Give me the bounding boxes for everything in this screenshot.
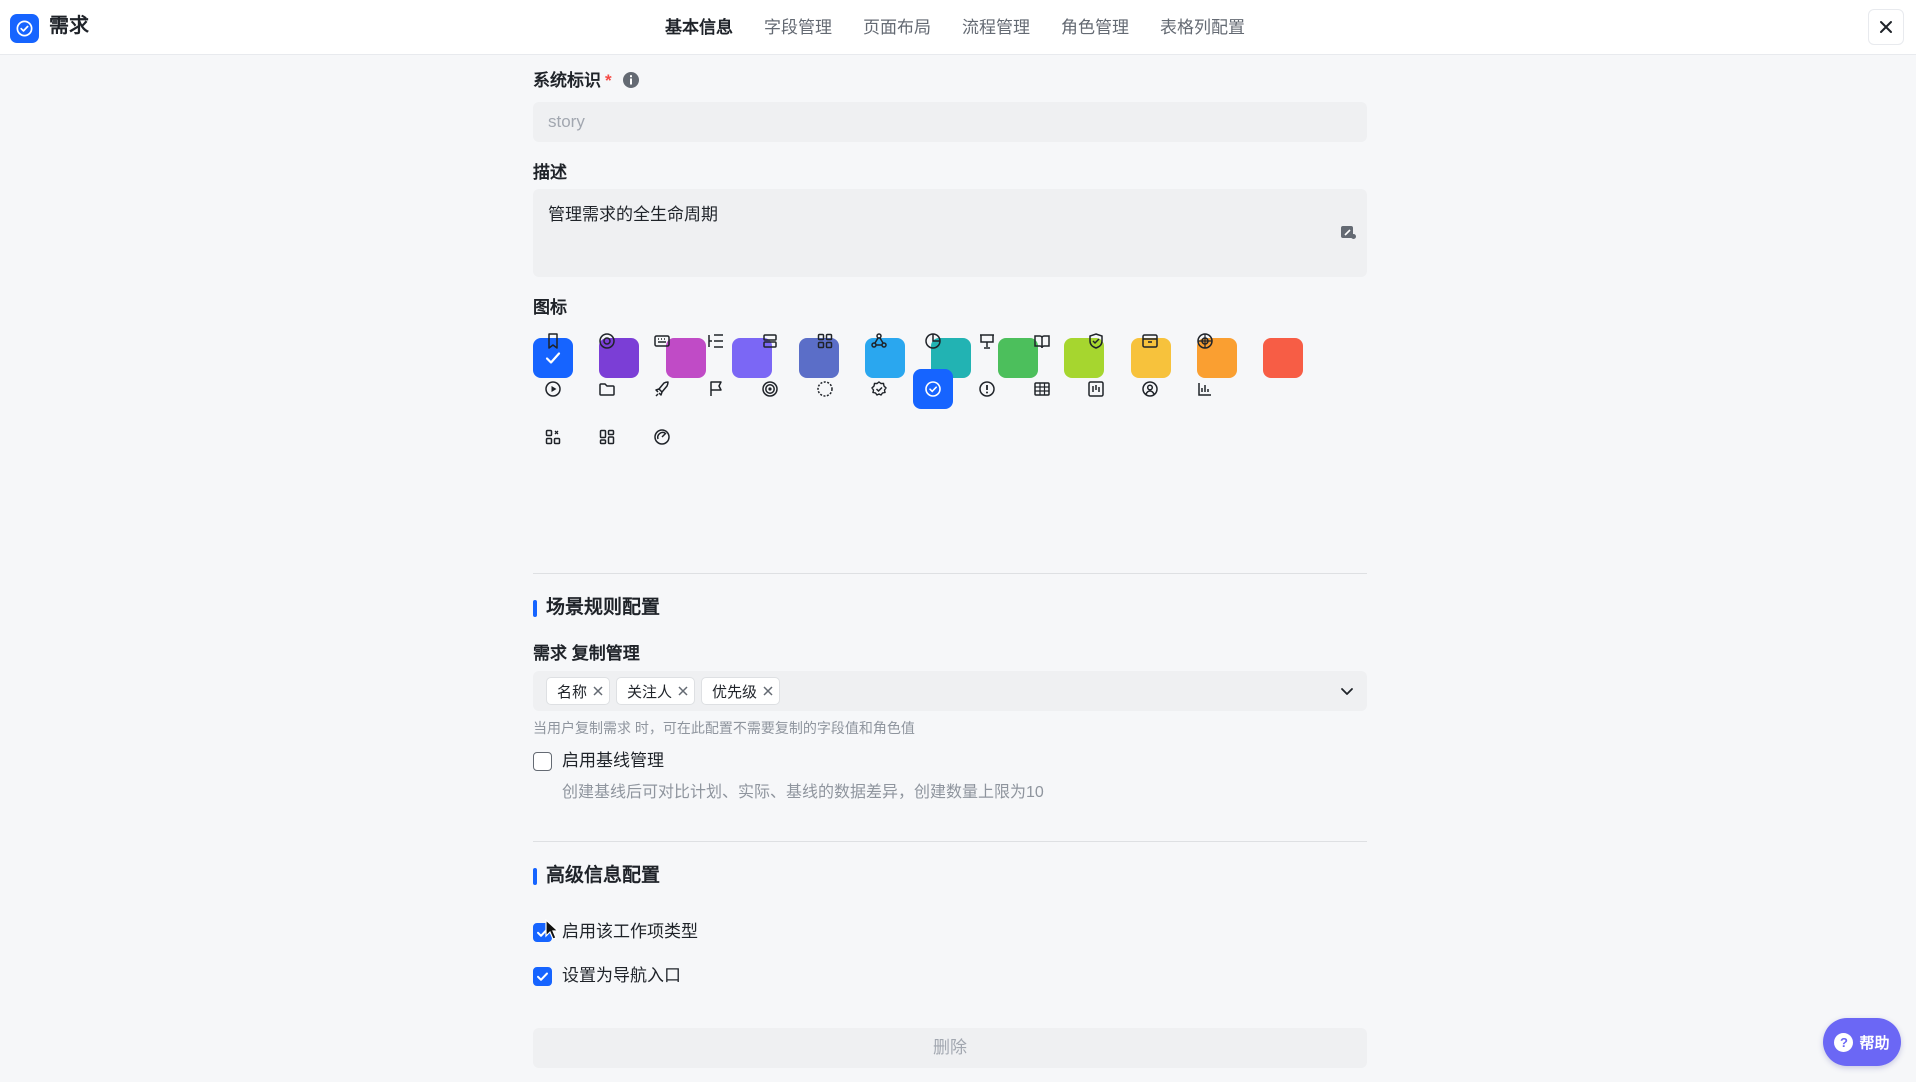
copy-fields-select[interactable]: 名称 关注人 优先级 — [533, 671, 1367, 711]
remove-tag-icon[interactable] — [593, 686, 603, 696]
baseline-label: 启用基线管理 — [562, 751, 664, 770]
baseline-description: 创建基线后可对比计划、实际、基线的数据差异，创建数量上限为10 — [562, 784, 1044, 801]
shield-icon[interactable] — [1076, 321, 1116, 361]
keyboard-icon[interactable] — [642, 321, 682, 361]
tab-workflow-management[interactable]: 流程管理 — [962, 0, 1030, 55]
check-icon — [537, 972, 548, 981]
close-icon — [1880, 21, 1892, 33]
divider — [533, 841, 1367, 842]
app-logo-icon — [10, 14, 39, 43]
app-title: 需求 — [49, 15, 89, 37]
header: 需求 基本信息 字段管理 页面布局 流程管理 角色管理 表格列配置 — [0, 0, 1916, 55]
tag-follower: 关注人 — [616, 677, 696, 705]
color-swatch[interactable] — [1263, 338, 1304, 378]
folder-icon[interactable] — [587, 369, 627, 409]
flag-icon[interactable] — [696, 369, 736, 409]
help-icon: ? — [1834, 1032, 1854, 1052]
divider — [533, 573, 1367, 574]
columns-icon[interactable] — [1076, 369, 1116, 409]
server-icon[interactable] — [750, 321, 790, 361]
tag-label: 名称 — [557, 683, 588, 701]
tab-table-column-config[interactable]: 表格列配置 — [1160, 0, 1245, 55]
help-button[interactable]: ? 帮助 — [1823, 1018, 1901, 1066]
badge-check-icon[interactable] — [859, 369, 899, 409]
baseline-checkbox[interactable] — [533, 752, 552, 771]
enable-type-label: 启用该工作项类型 — [562, 922, 698, 941]
mouse-cursor-icon — [545, 919, 559, 940]
tab-bar: 基本信息 字段管理 页面布局 流程管理 角色管理 表格列配置 — [665, 0, 1276, 55]
alert-circle-icon[interactable] — [967, 369, 1007, 409]
close-button[interactable] — [1868, 9, 1904, 45]
description-label: 描述 — [533, 163, 567, 182]
tag-label: 优先级 — [712, 683, 758, 701]
chevron-down-icon[interactable] — [1339, 683, 1355, 699]
nav-entry-label: 设置为导航入口 — [562, 966, 681, 985]
tab-role-management[interactable]: 角色管理 — [1061, 0, 1129, 55]
copy-management-label: 需求 复制管理 — [533, 644, 640, 663]
target-icon[interactable] — [750, 369, 790, 409]
copy-management-hint: 当用户复制需求 时，可在此配置不需要复制的字段值和角色值 — [533, 720, 915, 736]
description-value: 管理需求的全生命周期 — [548, 205, 718, 224]
ball-icon[interactable] — [805, 369, 845, 409]
tag-label: 关注人 — [627, 683, 673, 701]
apps-icon[interactable] — [533, 417, 573, 457]
delete-button[interactable]: 删除 — [533, 1028, 1367, 1068]
icon-label: 图标 — [533, 298, 567, 317]
remove-tag-icon[interactable] — [678, 686, 688, 696]
system-id-input[interactable]: story — [533, 102, 1367, 142]
scene-rules-title: 场景规则配置 — [533, 595, 660, 621]
advanced-title: 高级信息配置 — [533, 863, 660, 889]
tab-page-layout[interactable]: 页面布局 — [863, 0, 931, 55]
layout-icon[interactable] — [587, 417, 627, 457]
pie-chart-icon[interactable] — [913, 321, 953, 361]
system-id-label: 系统标识 * — [533, 69, 640, 93]
play-icon[interactable] — [533, 369, 573, 409]
system-id-label-text: 系统标识 — [533, 71, 601, 90]
user-circle-icon[interactable] — [1130, 369, 1170, 409]
triangle-nodes-icon[interactable] — [859, 321, 899, 361]
speed-icon[interactable] — [642, 417, 682, 457]
presentation-icon[interactable] — [967, 321, 1007, 361]
info-icon[interactable] — [622, 71, 640, 89]
required-mark: * — [605, 71, 612, 90]
help-label: 帮助 — [1859, 1034, 1890, 1052]
description-textarea[interactable]: 管理需求的全生命周期 — [533, 189, 1367, 277]
edit-ai-icon[interactable] — [1339, 223, 1357, 241]
bar-chart-icon[interactable] — [1185, 369, 1225, 409]
tab-basic-info[interactable]: 基本信息 — [665, 0, 733, 55]
nav-entry-checkbox[interactable] — [533, 967, 552, 986]
table-icon[interactable] — [1022, 369, 1062, 409]
grid-icon[interactable] — [805, 321, 845, 361]
bookmark-icon[interactable] — [533, 321, 573, 361]
archive-icon[interactable] — [1130, 321, 1170, 361]
tab-field-management[interactable]: 字段管理 — [764, 0, 832, 55]
list-indent-icon[interactable] — [696, 321, 736, 361]
tag-name: 名称 — [546, 677, 611, 705]
smile-icon[interactable] — [587, 321, 627, 361]
book-icon[interactable] — [1022, 321, 1062, 361]
rocket-icon[interactable] — [642, 369, 682, 409]
target-grid-icon[interactable] — [1185, 321, 1225, 361]
check-circle-icon[interactable] — [913, 369, 954, 409]
remove-tag-icon[interactable] — [763, 686, 773, 696]
tag-priority: 优先级 — [701, 677, 781, 705]
